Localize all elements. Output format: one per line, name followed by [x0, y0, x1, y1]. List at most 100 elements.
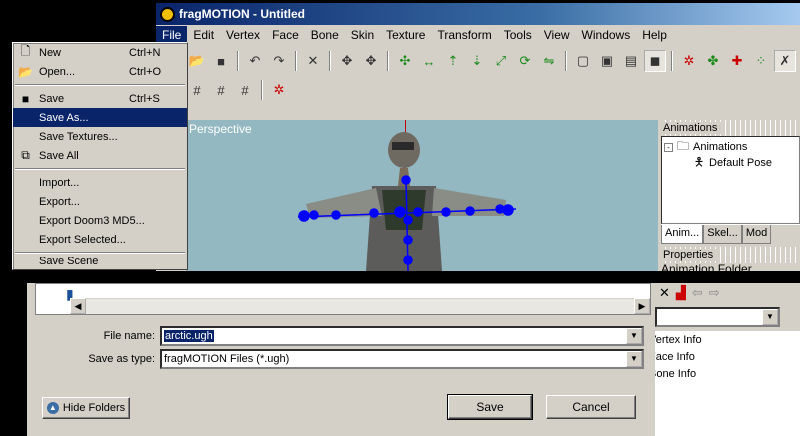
joint-wheel-icon[interactable]: ✲: [268, 79, 290, 101]
chevron-down-icon[interactable]: ▼: [626, 328, 642, 344]
background-panel: ✕ ▟ ⇦ ⇨ ▼ Vertex Info Face Info Bone Inf…: [655, 283, 800, 436]
toolbar-separator: [295, 51, 297, 71]
menu-item-save-as[interactable]: Save As...: [13, 108, 187, 127]
menu-item-export-doom3[interactable]: Export Doom3 MD5...: [13, 211, 187, 230]
deselect-icon[interactable]: ✥: [360, 50, 382, 72]
grid-icon[interactable]: #: [186, 79, 208, 101]
list-item[interactable]: Face Info: [655, 348, 800, 365]
animations-tree[interactable]: - 🗀 Animations 🯅 Default Pose: [661, 136, 800, 224]
menu-vertex[interactable]: Vertex: [220, 26, 266, 44]
new-file-icon: 🗋: [20, 44, 31, 58]
menu-skin[interactable]: Skin: [345, 26, 380, 44]
title-bar[interactable]: fragMOTION - Untitled: [156, 3, 800, 25]
scale-icon[interactable]: ⤢: [490, 50, 512, 72]
close-x-icon[interactable]: ✕: [659, 285, 670, 301]
view-multi-icon[interactable]: ▣: [596, 50, 618, 72]
file-name-value: arctic.ugh: [164, 330, 214, 342]
grid-icon[interactable]: #: [210, 79, 232, 101]
file-menu-dropdown: 🗋 New Ctrl+N 📂 Open... Ctrl+O ■ Save Ctr…: [12, 42, 188, 270]
save-as-dialog: ▮ ◀ ▶ File name: arctic.ugh ▼ Save as ty…: [27, 283, 655, 436]
chevron-down-icon[interactable]: ▼: [762, 309, 778, 325]
main-toolbar: 📂 ■ ↶ ↷ ✕ ✥ ✥ ✣ ↔ ⇡ ⇣ ⤢ ⟳ ⇋ ▢ ▣ ▤ ◼ ✲ ✤ …: [186, 47, 800, 75]
view-wire-icon[interactable]: ▤: [620, 50, 642, 72]
list-item[interactable]: Bone Info: [655, 365, 800, 382]
scroll-right-button[interactable]: ▶: [634, 298, 650, 314]
toolbar-separator: [671, 51, 673, 71]
view-single-icon[interactable]: ▢: [572, 50, 594, 72]
move-up-icon[interactable]: ⇡: [442, 50, 464, 72]
arrow-right-icon[interactable]: ⇨: [709, 285, 720, 301]
pose-figure-icon: 🯅: [693, 154, 705, 169]
save-type-value: fragMOTION Files (*.ugh): [164, 353, 290, 365]
menu-face[interactable]: Face: [266, 26, 305, 44]
chart-icon[interactable]: ▟: [676, 285, 686, 301]
collapse-icon[interactable]: -: [664, 142, 673, 152]
menu-item-partial[interactable]: Save Scene: [13, 257, 187, 265]
save-type-select[interactable]: fragMOTION Files (*.ugh) ▼: [160, 349, 644, 369]
menu-item-label: Save Scene: [39, 257, 99, 265]
mirror-icon[interactable]: ⇋: [538, 50, 560, 72]
bone-wheel-icon[interactable]: ✲: [678, 50, 700, 72]
menu-help[interactable]: Help: [636, 26, 673, 44]
save-button[interactable]: Save: [447, 394, 533, 420]
horizontal-scrollbar[interactable]: [86, 298, 650, 314]
bone-tool-icon[interactable]: ✤: [702, 50, 724, 72]
background-select[interactable]: ▼: [655, 307, 780, 327]
save-disk-icon[interactable]: ■: [210, 50, 232, 72]
menu-item-label: Export...: [39, 195, 80, 208]
menu-edit[interactable]: Edit: [187, 26, 220, 44]
menu-tools[interactable]: Tools: [498, 26, 538, 44]
hide-folders-label: Hide Folders: [62, 402, 126, 414]
app-logo-icon: [160, 6, 175, 22]
open-folder-icon[interactable]: 📂: [186, 50, 208, 72]
menu-texture[interactable]: Texture: [380, 26, 431, 44]
menu-item-shortcut: Ctrl+O: [129, 65, 162, 78]
tab-animations[interactable]: Anim...: [661, 225, 704, 244]
menu-transform[interactable]: Transform: [431, 26, 497, 44]
cancel-button[interactable]: Cancel: [546, 395, 636, 419]
redo-icon[interactable]: ↷: [268, 50, 290, 72]
scroll-left-button[interactable]: ◀: [70, 298, 86, 314]
file-name-label: File name:: [103, 330, 155, 342]
tree-item-animations[interactable]: - 🗀 Animations: [664, 139, 797, 155]
move-horizontal-icon[interactable]: ↔: [418, 50, 440, 72]
menu-item-new[interactable]: 🗋 New Ctrl+N: [13, 43, 187, 62]
hide-folders-button[interactable]: ▲ Hide Folders: [42, 397, 130, 419]
menu-item-save[interactable]: ■ Save Ctrl+S: [13, 89, 187, 108]
menu-bone[interactable]: Bone: [305, 26, 345, 44]
list-item[interactable]: Vertex Info: [655, 331, 800, 348]
menu-item-save-textures[interactable]: Save Textures...: [13, 127, 187, 146]
move-down-icon[interactable]: ⇣: [466, 50, 488, 72]
toolbar-separator: [565, 51, 567, 71]
menu-item-save-all[interactable]: ⧉ Save All: [13, 146, 187, 165]
arrow-left-icon[interactable]: ⇦: [692, 285, 703, 301]
grid-icon[interactable]: #: [234, 79, 256, 101]
undo-icon[interactable]: ↶: [244, 50, 266, 72]
menu-item-export[interactable]: Export...: [13, 192, 187, 211]
view-solid-icon[interactable]: ◼: [644, 50, 666, 72]
skeleton-icon[interactable]: ✗: [774, 50, 796, 72]
menu-item-label: New: [39, 46, 62, 59]
grid-dots-icon[interactable]: ⁘: [750, 50, 772, 72]
3d-viewport[interactable]: Perspective: [186, 120, 658, 271]
tab-skeleton[interactable]: Skel...: [703, 225, 742, 244]
panel-tabs: Anim... Skel... Mod: [661, 224, 800, 244]
file-name-input[interactable]: arctic.ugh ▼: [160, 326, 644, 346]
move-arrows-icon[interactable]: ✣: [394, 50, 416, 72]
menu-item-import[interactable]: Import...: [13, 173, 187, 192]
menu-view[interactable]: View: [538, 26, 576, 44]
rotate-icon[interactable]: ⟳: [514, 50, 536, 72]
menu-item-shortcut: Ctrl+N: [129, 46, 161, 59]
tab-model[interactable]: Mod: [741, 225, 772, 244]
save-type-label: Save as type:: [88, 353, 155, 365]
select-icon[interactable]: ✥: [336, 50, 358, 72]
menu-item-open[interactable]: 📂 Open... Ctrl+O: [13, 62, 187, 81]
tree-item-label: Animations: [693, 141, 748, 153]
menu-item-shortcut: Ctrl+S: [129, 92, 160, 105]
file-list[interactable]: ▮ ◀ ▶: [35, 283, 651, 315]
delete-icon[interactable]: ✕: [302, 50, 324, 72]
skin-tool-icon[interactable]: ✚: [726, 50, 748, 72]
chevron-down-icon[interactable]: ▼: [626, 351, 642, 367]
menu-windows[interactable]: Windows: [576, 26, 637, 44]
menu-item-export-selected[interactable]: Export Selected...: [13, 230, 187, 249]
